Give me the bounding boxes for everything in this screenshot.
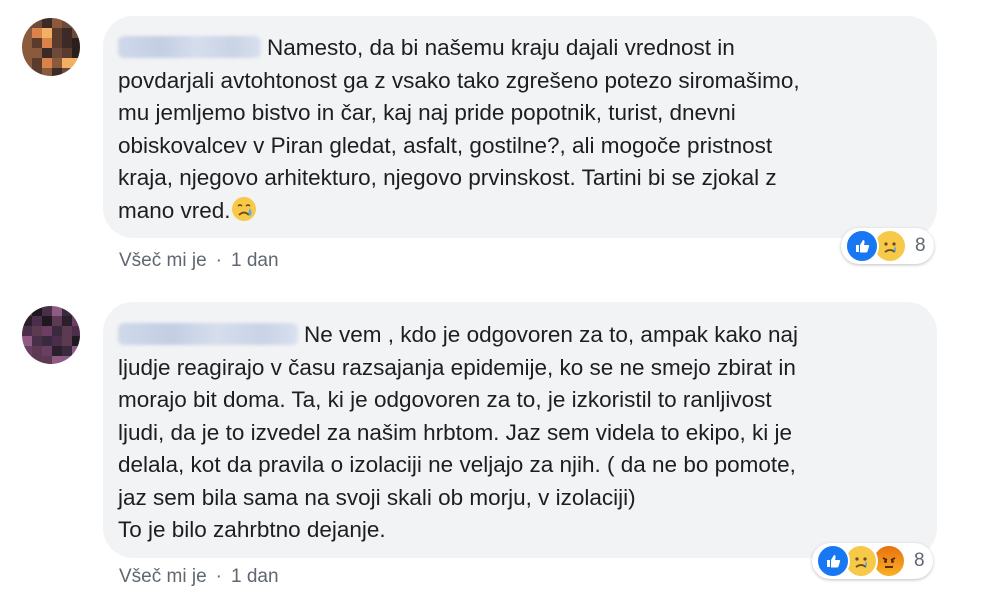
avatar-pixel xyxy=(72,18,80,28)
avatar-pixel xyxy=(62,38,72,48)
avatar-pixel xyxy=(52,48,62,58)
avatar-pixel xyxy=(42,38,52,48)
avatar-pixel xyxy=(32,346,42,356)
avatar-pixel xyxy=(62,58,72,68)
avatar-pixel xyxy=(52,306,62,316)
avatar-pixel xyxy=(22,48,32,58)
avatar-pixel xyxy=(32,38,42,48)
avatar-pixel xyxy=(22,68,32,76)
avatar-pixel xyxy=(72,326,80,336)
avatar-pixel xyxy=(22,28,32,38)
avatar-pixel xyxy=(42,336,52,346)
avatar-pixel xyxy=(32,306,42,316)
comment-actions: Všeč mi je · 1 dan xyxy=(119,566,279,588)
avatar-pixel xyxy=(42,48,52,58)
avatar-pixel xyxy=(22,18,32,28)
avatar-pixel xyxy=(52,58,62,68)
timestamp[interactable]: 1 dan xyxy=(231,566,279,587)
avatar-pixel xyxy=(22,58,32,68)
avatar-pixel xyxy=(62,28,72,38)
avatar-pixel xyxy=(72,306,80,316)
avatar-pixel xyxy=(72,28,80,38)
avatar-pixel xyxy=(32,48,42,58)
avatar-pixel xyxy=(72,316,80,326)
like-button[interactable]: Všeč mi je xyxy=(119,566,207,587)
avatar-pixel xyxy=(52,18,62,28)
avatar-pixel xyxy=(62,48,72,58)
author-name-blurred[interactable] xyxy=(118,323,298,345)
avatar-pixel xyxy=(22,316,32,326)
reaction-count: 8 xyxy=(914,550,925,571)
avatar-pixel xyxy=(42,356,52,364)
avatar-pixel xyxy=(52,316,62,326)
avatar-pixel xyxy=(42,18,52,28)
avatar-pixel xyxy=(22,38,32,48)
avatar[interactable] xyxy=(22,306,80,364)
separator-dot: · xyxy=(215,566,222,587)
timestamp[interactable]: 1 dan xyxy=(231,250,279,271)
avatar-pixel xyxy=(22,346,32,356)
avatar-pixel xyxy=(42,346,52,356)
avatar-pixel xyxy=(52,38,62,48)
avatar-pixel xyxy=(42,68,52,76)
avatar-pixel xyxy=(42,28,52,38)
avatar-pixel xyxy=(22,306,32,316)
avatar-pixel xyxy=(62,356,72,364)
avatar-pixel xyxy=(32,58,42,68)
author-name-blurred[interactable] xyxy=(118,36,261,58)
avatar[interactable] xyxy=(22,18,80,76)
avatar-pixel xyxy=(52,336,62,346)
avatar-pixel xyxy=(72,48,80,58)
avatar-pixel xyxy=(72,68,80,76)
avatar-pixel xyxy=(62,306,72,316)
avatar-pixel xyxy=(32,68,42,76)
separator-dot: · xyxy=(215,250,222,271)
comment-bubble: Namesto, da bi našemu kraju dajali vredn… xyxy=(103,16,937,238)
avatar-pixel xyxy=(62,336,72,346)
avatar-pixel xyxy=(52,326,62,336)
avatar-pixel xyxy=(62,346,72,356)
comment-text: Namesto, da bi našemu kraju dajali vredn… xyxy=(118,32,933,231)
avatar-pixel xyxy=(62,316,72,326)
avatar-pixel xyxy=(72,58,80,68)
reaction-summary[interactable]: 8 xyxy=(812,543,933,579)
avatar-pixel xyxy=(32,356,42,364)
avatar-pixel xyxy=(62,18,72,28)
avatar-pixel xyxy=(62,326,72,336)
like-button[interactable]: Všeč mi je xyxy=(119,250,207,271)
crying-face-icon xyxy=(231,196,257,232)
avatar-pixel xyxy=(22,336,32,346)
like-reaction-icon xyxy=(816,544,850,578)
reaction-summary[interactable]: 8 xyxy=(841,228,934,264)
avatar-pixel xyxy=(32,18,42,28)
avatar-pixel xyxy=(42,316,52,326)
avatar-pixel xyxy=(72,356,80,364)
avatar-pixel xyxy=(62,68,72,76)
avatar-pixel xyxy=(22,356,32,364)
avatar-pixel xyxy=(42,326,52,336)
like-reaction-icon xyxy=(845,229,879,263)
avatar-pixel xyxy=(72,38,80,48)
reaction-count: 8 xyxy=(915,235,926,256)
avatar-pixel xyxy=(32,316,42,326)
avatar-pixel xyxy=(52,356,62,364)
avatar-pixel xyxy=(52,346,62,356)
avatar-pixel xyxy=(22,326,32,336)
avatar-pixel xyxy=(32,326,42,336)
avatar-pixel xyxy=(32,28,42,38)
avatar-pixel xyxy=(42,306,52,316)
avatar-pixel xyxy=(42,58,52,68)
avatar-pixel xyxy=(32,336,42,346)
avatar-pixel xyxy=(72,336,80,346)
avatar-pixel xyxy=(72,346,80,356)
comment-text: Ne vem , kdo je odgovoren za to, ampak k… xyxy=(118,322,799,542)
avatar-pixel xyxy=(52,68,62,76)
avatar-pixel xyxy=(52,28,62,38)
comment-bubble: Ne vem , kdo je odgovoren za to, ampak k… xyxy=(103,302,937,558)
comment-actions: Všeč mi je · 1 dan xyxy=(119,250,279,272)
